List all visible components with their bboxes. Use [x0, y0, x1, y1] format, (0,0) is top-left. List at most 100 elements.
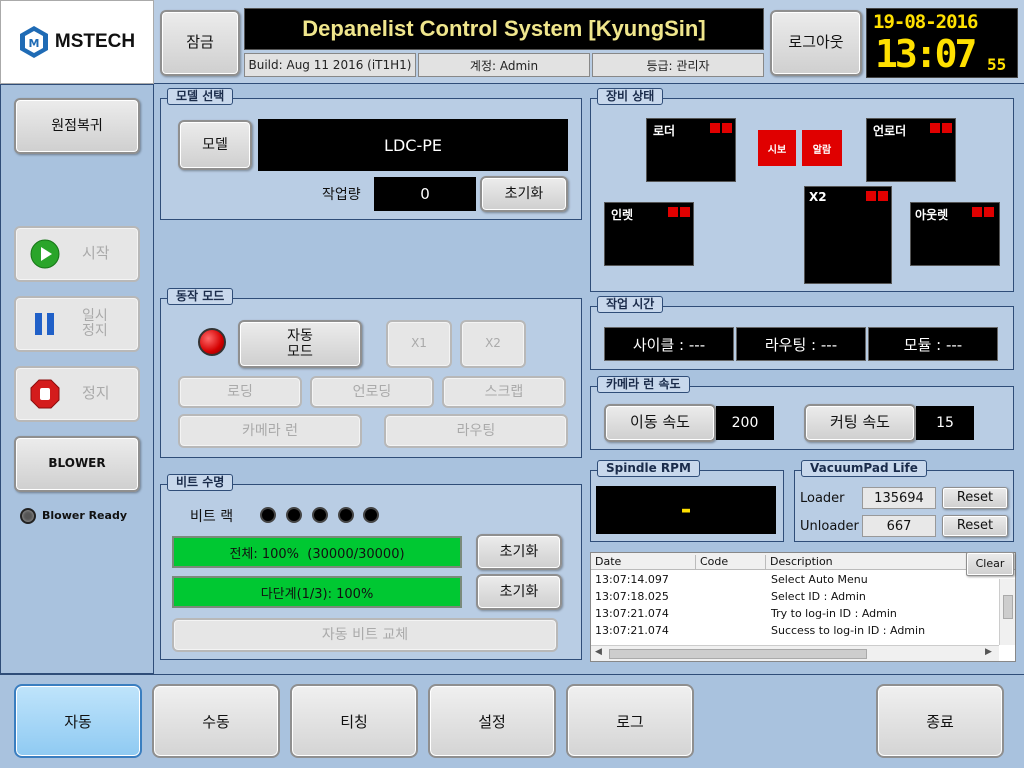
- move-speed-value: 200: [716, 406, 774, 440]
- work-time-title: 작업 시간: [597, 296, 664, 313]
- log-row[interactable]: 13:07:14.097 Select Auto Menu: [591, 571, 1001, 588]
- logout-button[interactable]: 로그아웃: [770, 10, 862, 76]
- build-info: Build: Aug 11 2016 (iT1H1): [244, 53, 416, 77]
- routing-time: 라우팅 : ---: [736, 327, 866, 361]
- log-row-date: 13:07:21.074: [595, 607, 669, 620]
- log-list[interactable]: Date Code Description 13:07:14.097 Selec…: [590, 552, 1016, 662]
- unloader-label: 언로더: [873, 124, 907, 138]
- lock-button[interactable]: 잠금: [160, 10, 240, 76]
- log-col-date[interactable]: Date: [595, 555, 621, 568]
- nav-auto-button[interactable]: 자동: [14, 684, 142, 758]
- nav-settings-button[interactable]: 설정: [428, 684, 556, 758]
- log-col-code[interactable]: Code: [695, 555, 728, 570]
- outlet-indicator-1: [972, 207, 982, 217]
- bit-total-reset-button[interactable]: 초기화: [476, 534, 562, 570]
- log-row-desc: Try to log-in ID : Admin: [771, 607, 897, 620]
- clock-time: 13:07: [875, 32, 977, 76]
- stop-hand-icon: [30, 379, 60, 409]
- home-return-button[interactable]: 원점복귀: [14, 98, 140, 154]
- loader-indicator-1: [710, 123, 720, 133]
- alarm-badge: 알람: [802, 130, 842, 166]
- scrap-button[interactable]: 스크랩: [442, 376, 566, 408]
- module-time: 모듈 : ---: [868, 327, 998, 361]
- inlet-label: 인렛: [611, 208, 634, 222]
- unloading-button[interactable]: 언로딩: [310, 376, 434, 408]
- x2-label: X2: [809, 190, 827, 204]
- log-hscroll-thumb[interactable]: [609, 649, 867, 659]
- grade-info: 등급: 관리자: [592, 53, 764, 77]
- inlet-indicator-1: [668, 207, 678, 217]
- vacuum-pad-title: VacuumPad Life: [801, 460, 927, 477]
- stop-label: 정지: [82, 384, 110, 403]
- x2-indicator-2: [878, 191, 888, 201]
- move-speed-button[interactable]: 이동 속도: [604, 404, 716, 442]
- work-reset-button[interactable]: 초기화: [480, 176, 568, 212]
- bit-rack-label: 비트 랙: [190, 509, 234, 525]
- svg-text:M: M: [28, 37, 39, 50]
- logo: M MSTECH: [0, 0, 154, 84]
- log-col-desc[interactable]: Description: [765, 555, 833, 570]
- bit-rack-slot-5: [363, 507, 379, 523]
- clock: 19-08-2016 13:07 55: [866, 8, 1018, 78]
- model-button[interactable]: 모델: [178, 120, 252, 170]
- pause-label: 일시 정지: [82, 307, 108, 339]
- operation-mode-title: 동작 모드: [167, 288, 234, 305]
- unloader-indicator-2: [942, 123, 952, 133]
- pause-icon: [35, 313, 54, 335]
- routing-button[interactable]: 라우팅: [384, 414, 568, 448]
- vacuum-loader-reset-button[interactable]: Reset: [942, 487, 1008, 509]
- scroll-left-icon[interactable]: ◀: [595, 647, 602, 657]
- bit-rack-slot-3: [312, 507, 328, 523]
- log-row[interactable]: 13:07:18.025 Select ID : Admin: [591, 588, 1001, 605]
- start-button[interactable]: 시작: [14, 226, 140, 282]
- cut-speed-button[interactable]: 커팅 속도: [804, 404, 916, 442]
- log-row-desc: Select Auto Menu: [771, 573, 868, 586]
- model-select-title: 모델 선택: [167, 88, 234, 105]
- log-row-date: 13:07:14.097: [595, 573, 669, 586]
- inlet-indicator-2: [680, 207, 690, 217]
- model-value: LDC-PE: [258, 119, 568, 171]
- spindle-rpm-value: -: [596, 486, 776, 534]
- bit-stage-progress: 다단계(1/3): 100%: [172, 576, 462, 608]
- auto-mode-button[interactable]: 자동 모드: [238, 320, 362, 368]
- brand-name: MSTECH: [54, 31, 136, 52]
- log-row[interactable]: 13:07:21.074 Success to log-in ID : Admi…: [591, 622, 1001, 639]
- log-horizontal-scrollbar[interactable]: ◀ ▶: [591, 645, 999, 661]
- nav-exit-button[interactable]: 종료: [876, 684, 1004, 758]
- bit-stage-reset-button[interactable]: 초기화: [476, 574, 562, 610]
- vacuum-unloader-reset-button[interactable]: Reset: [942, 515, 1008, 537]
- nav-manual-button[interactable]: 수동: [152, 684, 280, 758]
- loading-button[interactable]: 로딩: [178, 376, 302, 408]
- mode-status-lamp: [198, 328, 226, 356]
- bit-life-title: 비트 수명: [167, 474, 234, 491]
- camera-run-button[interactable]: 카메라 런: [178, 414, 362, 448]
- bit-total-progress: 전체: 100% (30000/30000): [172, 536, 462, 568]
- bit-rack-slot-4: [338, 507, 354, 523]
- work-amount-value: 0: [374, 177, 476, 211]
- account-info: 계정: Admin: [418, 53, 590, 77]
- page-title: Depanelist Control System [KyungSin]: [302, 16, 706, 41]
- vacuum-loader-label: Loader: [800, 491, 845, 506]
- log-vertical-scrollbar[interactable]: [999, 579, 1015, 645]
- bit-total-text: 전체: 100% (30000/30000): [229, 546, 405, 562]
- blower-button[interactable]: BLOWER: [14, 436, 140, 492]
- nav-teaching-button[interactable]: 티칭: [290, 684, 418, 758]
- clock-seconds: 55: [987, 55, 1007, 74]
- x1-button[interactable]: X1: [386, 320, 452, 368]
- x2-button[interactable]: X2: [460, 320, 526, 368]
- scroll-right-icon[interactable]: ▶: [985, 647, 992, 657]
- loader-indicator-2: [722, 123, 732, 133]
- title-banner: Depanelist Control System [KyungSin]: [244, 8, 764, 50]
- nav-log-button[interactable]: 로그: [566, 684, 694, 758]
- unloader-indicator-1: [930, 123, 940, 133]
- log-scroll-thumb[interactable]: [1003, 595, 1013, 619]
- log-clear-button[interactable]: Clear: [966, 552, 1014, 576]
- equipment-status-title: 장비 상태: [597, 88, 664, 105]
- log-row-desc: Success to log-in ID : Admin: [771, 624, 926, 637]
- log-row[interactable]: 13:07:21.074 Try to log-in ID : Admin: [591, 605, 1001, 622]
- auto-bit-change-button[interactable]: 자동 비트 교체: [172, 618, 558, 652]
- work-amount-label: 작업량: [322, 187, 361, 203]
- stop-button[interactable]: 정지: [14, 366, 140, 422]
- x2-indicator-1: [866, 191, 876, 201]
- pause-button[interactable]: 일시 정지: [14, 296, 140, 352]
